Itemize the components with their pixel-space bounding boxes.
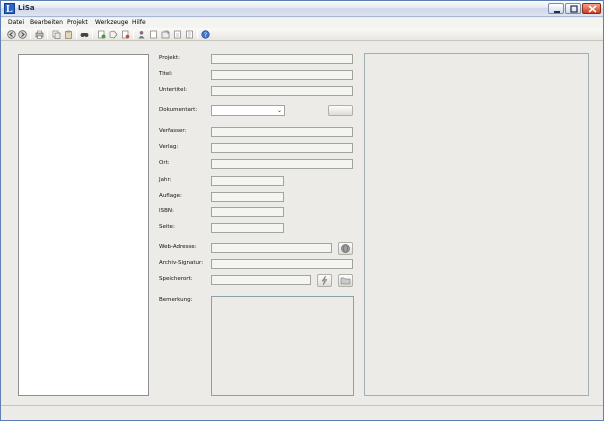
window-title: LiSa bbox=[18, 4, 35, 12]
toolbar-separator bbox=[76, 30, 77, 39]
globe-icon bbox=[341, 244, 350, 253]
seite-field[interactable] bbox=[211, 223, 284, 233]
bemerkung-textarea[interactable] bbox=[211, 296, 354, 396]
paste-icon[interactable] bbox=[64, 30, 73, 39]
toolbar-separator bbox=[30, 30, 31, 39]
archiv-label: Archiv-Signatur: bbox=[159, 260, 204, 266]
isbn-field[interactable] bbox=[211, 207, 284, 217]
entry-list-panel[interactable] bbox=[18, 54, 149, 396]
webadresse-input[interactable] bbox=[212, 244, 331, 252]
speicherort-input[interactable] bbox=[212, 276, 310, 284]
menu-hilfe[interactable]: Hilfe bbox=[132, 19, 146, 26]
menu-bar: Datei Bearbeiten Projekt Werkzeuge Hilfe bbox=[1, 18, 603, 28]
menu-projekt[interactable]: Projekt bbox=[67, 19, 88, 26]
ort-input[interactable] bbox=[212, 160, 352, 168]
help-icon[interactable]: ? bbox=[201, 30, 210, 39]
user-icon[interactable] bbox=[137, 30, 146, 39]
dokumentart-label: Dokumentart: bbox=[159, 107, 198, 113]
forward-icon[interactable] bbox=[18, 30, 27, 39]
close-button[interactable] bbox=[582, 3, 601, 14]
titel-input[interactable] bbox=[212, 71, 352, 79]
ort-field[interactable] bbox=[211, 159, 353, 169]
app-logo-icon: L bbox=[4, 3, 15, 15]
archiv-field[interactable] bbox=[211, 259, 353, 269]
untertitel-field[interactable] bbox=[211, 86, 353, 96]
chevron-down-icon[interactable]: ⌄ bbox=[276, 106, 283, 115]
speicherort-lightning-button[interactable] bbox=[317, 274, 332, 287]
import-icon[interactable] bbox=[173, 30, 182, 39]
isbn-input[interactable] bbox=[212, 208, 283, 216]
speicherort-browse-button[interactable] bbox=[338, 274, 353, 287]
print-icon[interactable] bbox=[35, 30, 44, 39]
dokumentart-action-button[interactable] bbox=[328, 105, 353, 116]
seite-input[interactable] bbox=[212, 224, 283, 232]
verfasser-input[interactable] bbox=[212, 128, 352, 136]
toolbar-separator bbox=[197, 30, 198, 39]
bookmark-icon[interactable] bbox=[121, 30, 130, 39]
menu-werkzeuge[interactable]: Werkzeuge bbox=[95, 19, 128, 26]
jahr-input[interactable] bbox=[212, 177, 283, 185]
bemerkung-input[interactable] bbox=[212, 297, 353, 395]
ort-label: Ort: bbox=[159, 160, 170, 166]
document-icon[interactable] bbox=[185, 30, 194, 39]
back-icon[interactable] bbox=[7, 30, 16, 39]
lisa-window: L LiSa Datei Bearbeiten Projekt Werkzeug… bbox=[0, 0, 604, 421]
speicherort-field[interactable] bbox=[211, 275, 311, 285]
isbn-label: ISBN: bbox=[159, 208, 174, 214]
seite-label: Seite: bbox=[159, 224, 175, 230]
toolbar-separator bbox=[133, 30, 134, 39]
verlag-input[interactable] bbox=[212, 144, 352, 152]
verfasser-label: Verfasser: bbox=[159, 128, 187, 134]
toolbar-separator bbox=[47, 30, 48, 39]
webadresse-label: Web-Adresse: bbox=[159, 244, 197, 250]
svg-text:?: ? bbox=[204, 32, 207, 39]
toolbar: ? bbox=[1, 28, 603, 41]
projekt-input[interactable] bbox=[212, 55, 352, 63]
export-icon[interactable] bbox=[161, 30, 170, 39]
maximize-button[interactable] bbox=[565, 3, 581, 14]
projekt-field[interactable] bbox=[211, 54, 353, 64]
jahr-field[interactable] bbox=[211, 176, 284, 186]
verlag-field[interactable] bbox=[211, 143, 353, 153]
preview-panel[interactable] bbox=[364, 53, 589, 396]
verlag-label: Verlag: bbox=[159, 144, 179, 150]
minimize-button[interactable] bbox=[548, 3, 564, 14]
maximize-icon bbox=[570, 5, 578, 13]
auflage-input[interactable] bbox=[212, 193, 283, 201]
menu-datei[interactable]: Datei bbox=[8, 19, 24, 26]
webadresse-field[interactable] bbox=[211, 243, 332, 253]
page-icon[interactable] bbox=[149, 30, 158, 39]
titel-label: Titel: bbox=[159, 71, 173, 77]
dokumentart-select[interactable]: ⌄ bbox=[211, 105, 285, 116]
auflage-label: Auflage: bbox=[159, 193, 182, 199]
bemerkung-label: Bemerkung: bbox=[159, 297, 193, 303]
copy-icon[interactable] bbox=[52, 30, 61, 39]
lightning-icon bbox=[321, 275, 328, 286]
archiv-input[interactable] bbox=[212, 260, 352, 268]
speicherort-label: Speicherort: bbox=[159, 276, 193, 282]
open-web-button[interactable] bbox=[338, 242, 353, 255]
title-bar[interactable]: L LiSa bbox=[1, 1, 603, 17]
auflage-field[interactable] bbox=[211, 192, 284, 202]
status-bar bbox=[1, 405, 603, 420]
verfasser-field[interactable] bbox=[211, 127, 353, 137]
new-entry-icon[interactable] bbox=[97, 30, 106, 39]
untertitel-label: Untertitel: bbox=[159, 87, 187, 93]
folder-icon bbox=[340, 277, 351, 285]
close-icon bbox=[588, 5, 597, 13]
search-icon[interactable] bbox=[80, 30, 89, 39]
menu-bearbeiten[interactable]: Bearbeiten bbox=[30, 19, 63, 26]
toolbar-separator bbox=[92, 30, 93, 39]
untertitel-input[interactable] bbox=[212, 87, 352, 95]
jahr-label: Jahr: bbox=[159, 177, 172, 183]
tag-icon[interactable] bbox=[109, 30, 118, 39]
projekt-label: Projekt: bbox=[159, 55, 180, 61]
minimize-icon bbox=[554, 11, 560, 13]
titel-field[interactable] bbox=[211, 70, 353, 80]
